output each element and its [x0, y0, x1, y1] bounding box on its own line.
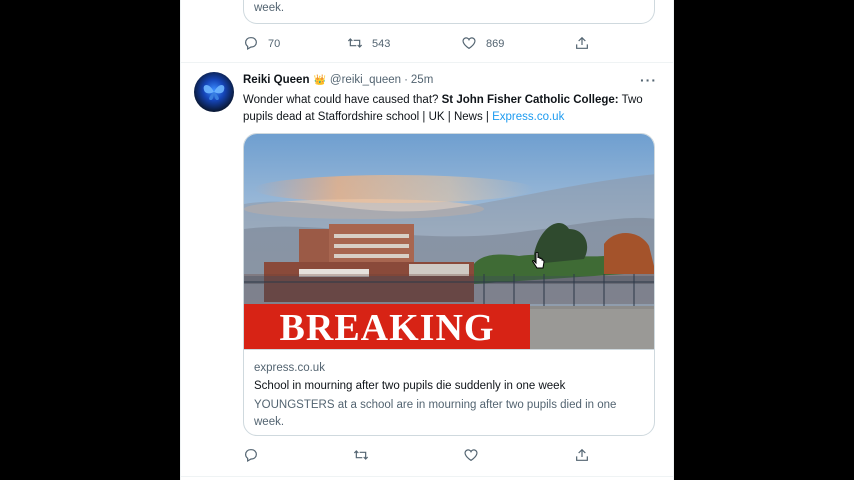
card-domain: express.co.uk: [254, 362, 325, 374]
breaking-banner-text: BREAKING: [280, 307, 495, 349]
retweet-button[interactable]: [353, 447, 369, 466]
tweet-link[interactable]: Express.co.uk: [492, 111, 564, 123]
prev-retweet-button[interactable]: 543: [347, 35, 390, 54]
prev-link-card[interactable]: week.: [243, 0, 655, 24]
crown-badge: 👑: [313, 74, 326, 86]
tweet-text: Wonder what could have caused that? St J…: [243, 92, 655, 126]
share-icon: [574, 35, 590, 54]
timeline: week. 70 543 869 Reiki Queen 👑 @reiki_qu…: [180, 0, 674, 480]
retweet-icon: [347, 35, 363, 54]
tweet-text-bold: St John Fisher Catholic College:: [441, 94, 619, 106]
prev-like-count: 869: [486, 38, 505, 50]
retweet-icon: [353, 447, 369, 466]
prev-reply-button[interactable]: 70: [243, 35, 280, 54]
card-description: YOUNGSTERS at a school are in mourning a…: [254, 399, 617, 428]
display-name[interactable]: Reiki Queen: [243, 74, 309, 86]
timestamp[interactable]: 25m: [411, 74, 433, 86]
prev-retweet-count: 543: [372, 38, 391, 50]
share-icon: [574, 447, 590, 466]
screen: week. 70 543 869 Reiki Queen 👑 @reiki_qu…: [0, 0, 854, 480]
card-text[interactable]: express.co.uk School in mourning after t…: [244, 349, 654, 435]
avatar-butterfly-icon: [203, 85, 225, 100]
heart-icon: [461, 35, 477, 54]
prev-like-button[interactable]: 869: [461, 35, 504, 54]
card-title: School in mourning after two pupils die …: [254, 380, 566, 392]
share-button[interactable]: [574, 447, 590, 466]
reply-icon: [243, 447, 259, 466]
prev-reply-count: 70: [268, 38, 281, 50]
card-image[interactable]: BREAKING: [244, 134, 654, 349]
cursor-icon: [532, 251, 546, 275]
reply-button[interactable]: [243, 447, 259, 466]
reply-icon: [243, 35, 259, 54]
tweet-text-plain: Wonder what could have caused that?: [243, 94, 442, 106]
meta-dot: ·: [404, 74, 408, 86]
avatar[interactable]: [194, 72, 234, 112]
prev-share-button[interactable]: [574, 35, 590, 54]
heart-icon: [463, 447, 479, 466]
tweet-actions: [243, 446, 603, 466]
prev-tweet-actions: 70 543 869: [243, 34, 603, 54]
tweet-divider: [180, 62, 674, 63]
more-icon[interactable]: ···: [640, 72, 657, 88]
like-button[interactable]: [463, 447, 479, 466]
link-card[interactable]: BREAKING express.co.uk School in mournin…: [243, 133, 655, 436]
prev-card-snippet: week.: [254, 2, 285, 14]
handle[interactable]: @reiki_queen: [330, 74, 401, 86]
tweet-header: Reiki Queen 👑 @reiki_queen · 25m: [243, 74, 433, 86]
tweet-divider-bottom: [180, 476, 674, 477]
